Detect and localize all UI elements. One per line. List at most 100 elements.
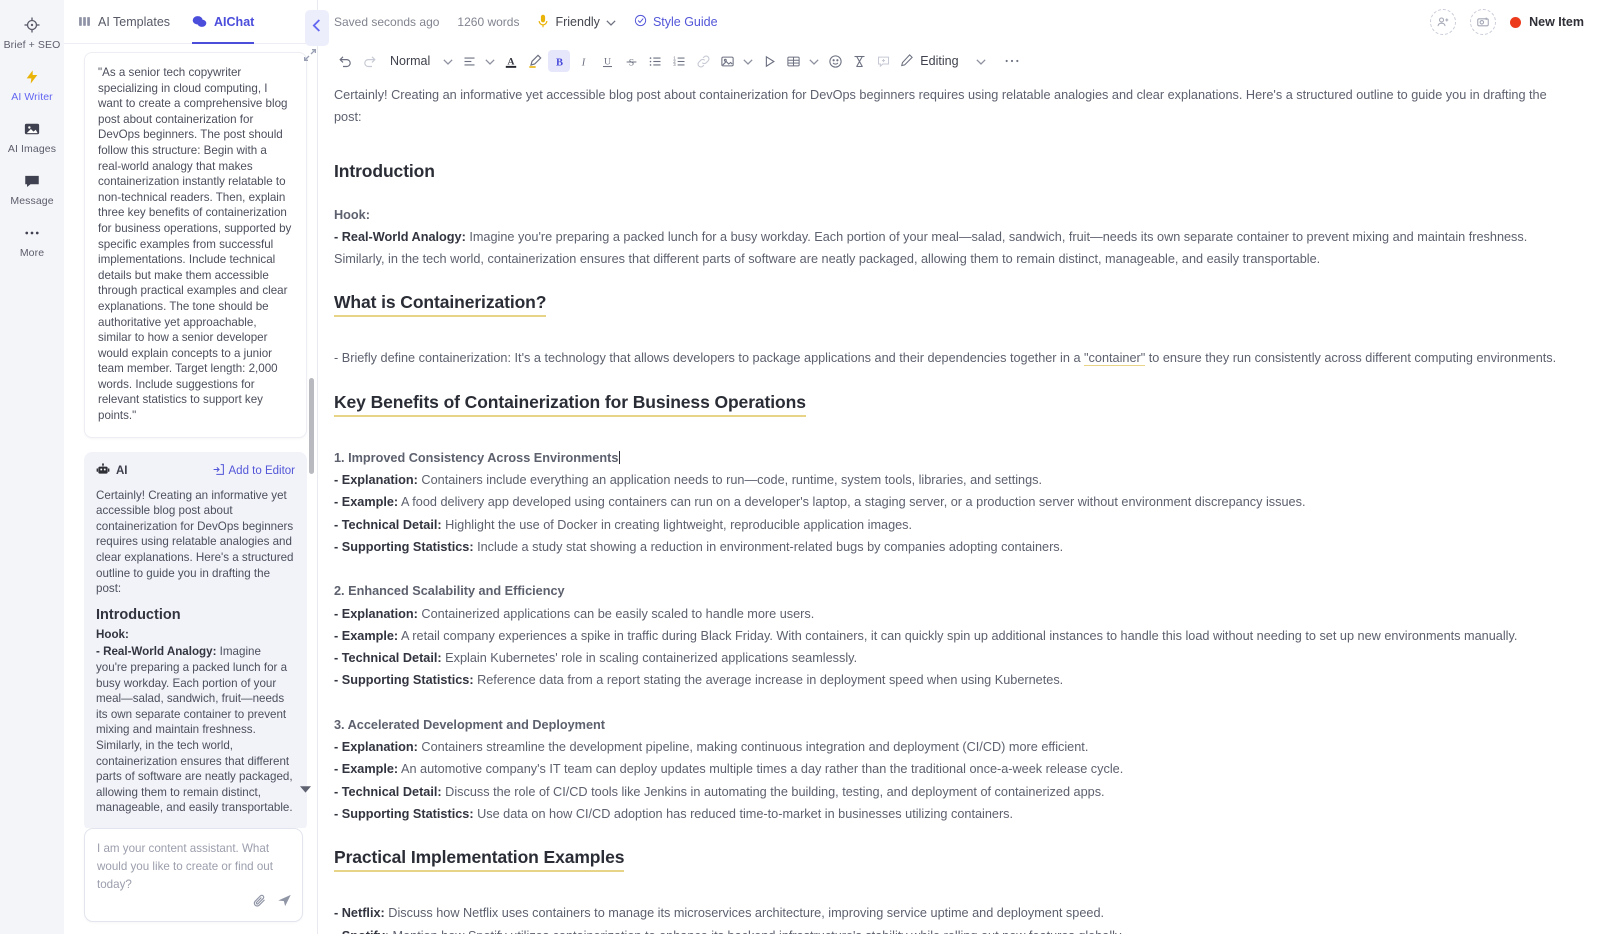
tab-label-aichat: AIChat [214, 14, 255, 29]
chat-user-text: "As a senior tech copywriter specializin… [98, 66, 292, 423]
doc-example-row-label: - Netflix: [334, 906, 385, 921]
robot-icon [96, 462, 110, 479]
doc-benefit-row-text: An automotive company's IT team can depl… [398, 762, 1124, 777]
underline-button[interactable]: U [596, 50, 618, 72]
link-icon[interactable] [692, 50, 714, 72]
doc-heading-key-benefits: Key Benefits of Containerization for Bus… [334, 392, 1560, 417]
doc-benefit-row: - Example: A food delivery app developed… [334, 491, 1560, 513]
add-to-editor-icon [212, 463, 225, 479]
chat-input-placeholder: I am your content assistant. What would … [97, 842, 273, 891]
chat-scrollbar-thumb[interactable] [309, 378, 314, 474]
svg-text:A: A [508, 56, 515, 67]
doc-benefit-title: 1. Improved Consistency Across Environme… [334, 447, 1560, 469]
svg-text:S: S [629, 57, 634, 68]
add-image-icon[interactable] [1470, 9, 1497, 35]
image-icon[interactable] [716, 50, 738, 72]
doc-benefit-row: - Supporting Statistics: Include a study… [334, 536, 1560, 558]
tab-aichat[interactable]: AIChat [192, 0, 255, 44]
doc-benefit-row-label: - Supporting Statistics: [334, 673, 474, 688]
doc-example-row: - Netflix: Discuss how Netflix uses cont… [334, 902, 1560, 924]
new-item-label: New Item [1529, 15, 1584, 29]
chat-ai-hook: - Real-World Analogy: Imagine you're pre… [96, 644, 295, 816]
image-icon [22, 119, 42, 139]
editing-chevron-down-icon[interactable] [973, 50, 989, 72]
doc-heading-practical: Practical Implementation Examples [334, 847, 1560, 873]
svg-text:U: U [604, 56, 611, 67]
style-guide-label: Style Guide [652, 15, 718, 29]
doc-heading-introduction-text: Introduction [334, 160, 435, 181]
align-chevron-down-icon[interactable] [482, 50, 498, 72]
highlighter-icon[interactable] [524, 50, 546, 72]
table-chevron-down-icon[interactable] [806, 50, 822, 72]
style-guide-button[interactable]: Style Guide [634, 14, 718, 30]
doc-what-is-text-2: to ensure they run consistently across d… [1145, 351, 1557, 366]
chat-ai-hook-label: Hook: [96, 627, 129, 641]
editing-mode-button[interactable]: Editing [896, 53, 959, 70]
text-color-icon[interactable]: A [500, 50, 522, 72]
emoji-icon[interactable] [824, 50, 846, 72]
document-content[interactable]: Certainly! Creating an informative yet a… [318, 78, 1600, 934]
doc-benefit-row-text: Containerized applications can be easily… [417, 606, 815, 621]
tone-selector[interactable]: Friendly [537, 14, 616, 31]
bolt-icon [22, 67, 42, 87]
video-icon[interactable] [758, 50, 780, 72]
italic-button[interactable]: I [572, 50, 594, 72]
scroll-to-bottom-icon[interactable] [300, 780, 311, 798]
doc-benefit-row-label: - Example: [334, 762, 399, 777]
chat-composer[interactable]: I am your content assistant. What would … [84, 828, 303, 922]
chat-ai-hook-text: Imagine you're preparing a packed lunch … [96, 645, 293, 815]
add-to-editor-button[interactable]: Add to Editor [212, 463, 295, 479]
rail-item-message[interactable]: Message [0, 162, 64, 214]
undo-icon[interactable] [334, 50, 356, 72]
topbar-actions: New Item [1430, 9, 1584, 35]
clear-format-icon[interactable] [848, 50, 870, 72]
doc-benefit-row-label: - Explanation: [334, 606, 418, 621]
app-root: Brief + SEO AI Writer AI Images Message … [0, 0, 1600, 934]
strikethrough-button[interactable]: S [620, 50, 642, 72]
doc-benefit-section-3: 3. Accelerated Development and Deploymen… [334, 714, 1560, 825]
doc-benefit-title-text: 1. Improved Consistency Across Environme… [334, 450, 619, 465]
redo-icon[interactable] [358, 50, 380, 72]
doc-heading-introduction: Introduction [334, 161, 1560, 182]
bullet-list-icon[interactable] [644, 50, 666, 72]
rail-item-more[interactable]: More [0, 214, 64, 266]
paragraph-style-chevron-down-icon[interactable] [440, 50, 456, 72]
image-chevron-down-icon[interactable] [740, 50, 756, 72]
doc-heading-key-benefits-text: Key Benefits of Containerization for Bus… [334, 392, 806, 417]
doc-benefit-row-label: - Example: [334, 495, 399, 510]
send-icon[interactable] [277, 893, 292, 913]
chevron-left-icon [312, 19, 323, 37]
ellipsis-icon [22, 223, 42, 243]
paragraph-style-select[interactable]: Normal [382, 54, 438, 68]
tone-label: Friendly [555, 15, 600, 29]
align-left-icon[interactable] [458, 50, 480, 72]
rail-item-ai-images[interactable]: AI Images [0, 110, 64, 162]
doc-hook-text: Imagine you're preparing a packed lunch … [334, 229, 1528, 267]
rail-item-brief-seo[interactable]: Brief + SEO [0, 6, 64, 58]
comment-icon[interactable] [872, 50, 894, 72]
chat-message-list[interactable]: "As a senior tech copywriter specializin… [64, 44, 317, 828]
table-icon[interactable] [782, 50, 804, 72]
rail-label-more: More [19, 247, 45, 259]
chat-message-user: "As a senior tech copywriter specializin… [84, 49, 316, 438]
ai-chat-panel: AI Templates AIChat "As a senior tech co… [64, 0, 329, 934]
svg-text:3: 3 [673, 62, 676, 67]
new-item-button[interactable]: New Item [1510, 15, 1584, 29]
rail-item-ai-writer[interactable]: AI Writer [0, 58, 64, 110]
saved-status: Saved seconds ago [334, 15, 440, 29]
ai-sender-label: AI [116, 464, 128, 477]
formatting-toolbar: Normal A B I U S 1 2 3 Editing [318, 44, 1600, 78]
more-icon[interactable] [1001, 50, 1023, 72]
bold-button[interactable]: B [548, 50, 571, 72]
collapse-panel-button[interactable] [305, 10, 329, 46]
doc-benefit-section-1: 1. Improved Consistency Across Environme… [334, 447, 1560, 558]
doc-benefit-row-text: A food delivery app developed using cont… [398, 495, 1306, 510]
numbered-list-icon[interactable]: 123 [668, 50, 690, 72]
rail-label-brief-seo: Brief + SEO [3, 39, 61, 51]
attachment-icon[interactable] [252, 893, 267, 913]
tab-ai-templates[interactable]: AI Templates [78, 0, 170, 44]
add-user-icon[interactable] [1430, 9, 1457, 35]
